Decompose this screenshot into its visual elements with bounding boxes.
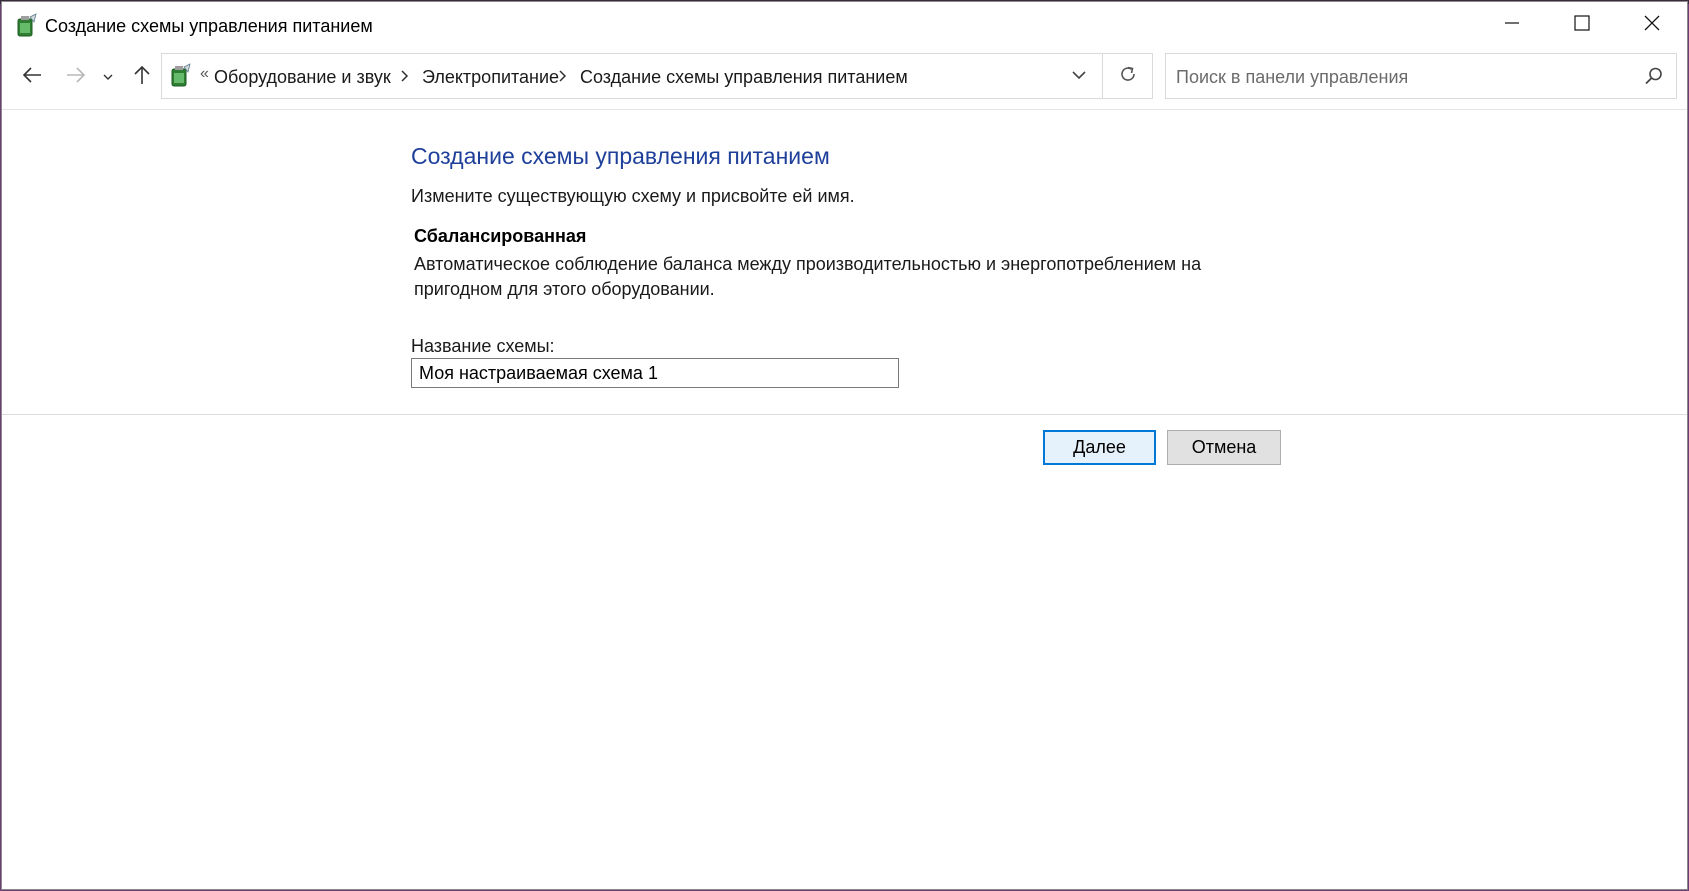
arrow-right-icon [66, 66, 86, 88]
minimize-button[interactable] [1477, 2, 1547, 48]
plan-description: Автоматическое соблюдение баланса между … [414, 252, 1234, 302]
chevron-down-icon [103, 68, 113, 86]
close-icon [1644, 15, 1660, 36]
chevron-down-icon [1072, 67, 1086, 85]
breadcrumb-create-power-plan[interactable]: Создание схемы управления питанием [580, 67, 908, 88]
section-divider [2, 414, 1687, 415]
back-button[interactable] [16, 61, 48, 93]
chevron-right-icon[interactable] [400, 69, 410, 83]
plan-description-line: пригодном для этого оборудовании. [414, 279, 715, 299]
page-subtitle: Измените существующую схему и присвойте … [411, 186, 855, 206]
maximize-button[interactable] [1547, 2, 1617, 48]
navigation-bar: « Оборудование и звук Электропитание Соз… [2, 48, 1687, 106]
breadcrumb-hardware-and-sound[interactable]: Оборудование и звук [214, 67, 391, 88]
arrow-up-icon [134, 65, 150, 90]
title-bar: Создание схемы управления питанием [2, 2, 1687, 48]
address-bar[interactable]: « Оборудование и звук Электропитание Соз… [161, 53, 1153, 99]
power-options-icon [167, 63, 193, 89]
recent-locations-button[interactable] [97, 61, 119, 93]
address-history-dropdown[interactable] [1056, 54, 1102, 98]
breadcrumb-power-options[interactable]: Электропитание [422, 67, 559, 88]
forward-button[interactable] [60, 61, 92, 93]
close-button[interactable] [1617, 2, 1687, 48]
window-title: Создание схемы управления питанием [45, 16, 373, 36]
page-title: Создание схемы управления питанием [411, 143, 830, 169]
power-options-icon [13, 13, 39, 39]
search-icon[interactable] [1644, 66, 1664, 86]
main-content: Создание схемы управления питанием Измен… [2, 110, 1687, 889]
chevron-right-icon[interactable] [558, 69, 568, 83]
refresh-button[interactable] [1102, 54, 1152, 98]
plan-name-label: Название схемы: [411, 336, 555, 356]
search-input[interactable] [1174, 63, 1638, 91]
minimize-icon [1505, 16, 1519, 35]
maximize-icon [1574, 14, 1590, 36]
breadcrumb-overflow[interactable]: « [200, 65, 209, 83]
plan-name-input[interactable] [411, 358, 899, 388]
cancel-button[interactable]: Отмена [1167, 430, 1281, 465]
plan-description-line: Автоматическое соблюдение баланса между … [414, 254, 1202, 274]
next-button[interactable]: Далее [1043, 430, 1156, 465]
refresh-icon [1118, 64, 1138, 89]
plan-name: Сбалансированная [414, 226, 587, 246]
control-panel-window: Создание схемы управления питанием « Обо… [1, 1, 1688, 890]
arrow-left-icon [22, 66, 42, 88]
search-box[interactable] [1165, 53, 1677, 99]
up-button[interactable] [126, 61, 158, 93]
